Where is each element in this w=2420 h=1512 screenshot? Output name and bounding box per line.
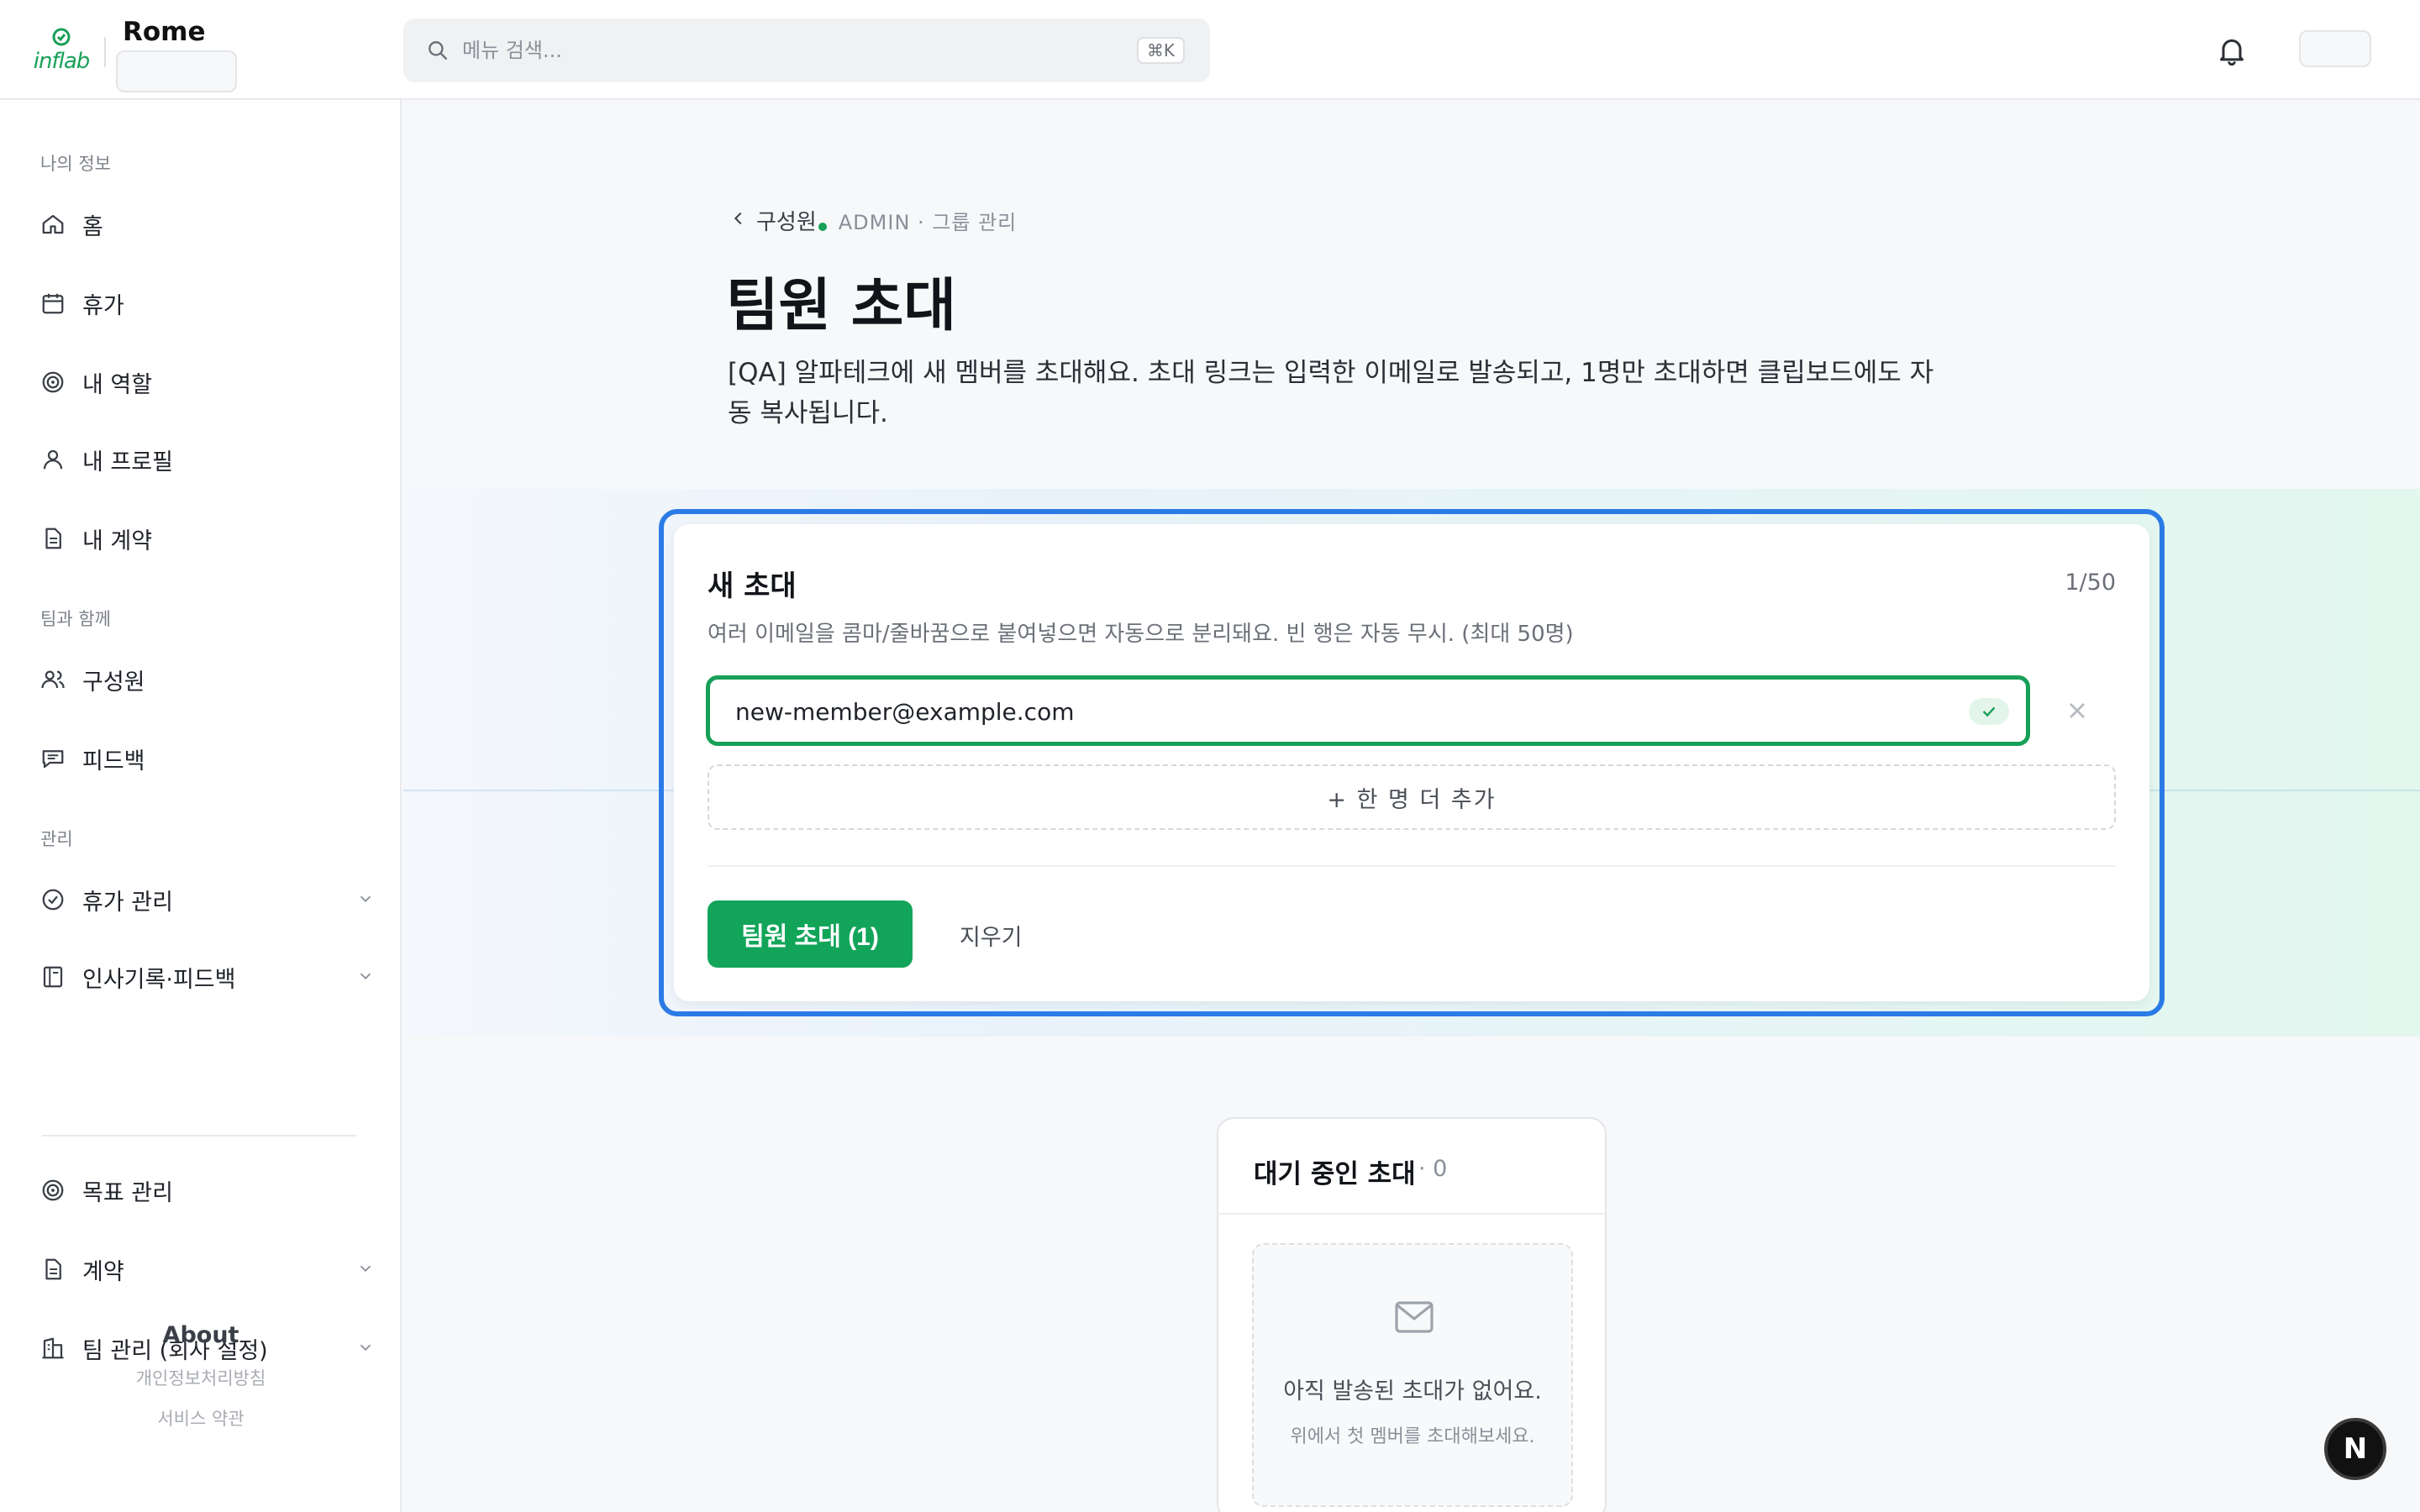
invite-count: 1/50 <box>2065 570 2116 596</box>
privacy-policy-link[interactable]: 개인정보처리방침 <box>0 1365 402 1390</box>
pending-invites-header: 대기 중인 초대 · 0 <box>1218 1119 1605 1215</box>
empty-state: 아직 발송된 초대가 없어요. 위에서 첫 멤버를 초대해보세요. <box>1252 1243 1573 1507</box>
sidebar-item-label: 인사기록·피드백 <box>82 966 236 993</box>
invite-hint: 여러 이메일을 콤마/줄바꿈으로 붙여넣으면 자동으로 분리돼요. 빈 행은 자… <box>708 622 1574 647</box>
sidebar-item-my-profile[interactable]: 내 프로필 <box>39 434 375 485</box>
chevron-down-icon <box>356 1259 375 1281</box>
org-selector[interactable] <box>116 50 237 92</box>
sidebar-item-label: 내 계약 <box>82 528 153 554</box>
org-name: Rome <box>123 17 206 47</box>
mail-icon <box>1395 1301 1434 1333</box>
sidebar-item-label: 목표 관리 <box>82 1179 173 1206</box>
sidebar-item-home[interactable]: 홈 <box>39 199 375 249</box>
status-dot <box>818 222 827 231</box>
calendar-icon <box>39 289 67 318</box>
invite-card: 새 초대 1/50 여러 이메일을 콤마/줄바꿈으로 붙여넣으면 자동으로 분리… <box>674 524 2149 1001</box>
logo-text: inflab <box>33 49 91 74</box>
users-icon <box>39 665 67 694</box>
sidebar-item-my-role[interactable]: 내 역할 <box>39 357 375 407</box>
sidebar-item-feedback[interactable]: 피드백 <box>39 733 375 784</box>
sidebar-item-members[interactable]: 구성원 <box>39 654 375 705</box>
email-field[interactable] <box>706 675 2030 746</box>
user-icon <box>39 445 67 474</box>
sidebar-item-vacation[interactable]: 휴가 <box>39 278 375 328</box>
add-another-button[interactable]: + 한 명 더 추가 <box>708 764 2116 830</box>
floating-action-button[interactable]: N <box>2324 1418 2386 1480</box>
sidebar-item-label: 피드백 <box>82 748 145 774</box>
sidebar-item-vacation-admin[interactable]: 휴가 관리 <box>39 874 375 925</box>
logo-mark-icon <box>52 28 71 46</box>
menu-search[interactable]: ⌘K <box>403 18 1210 82</box>
sidebar: 나의 정보 홈 휴가 내 역할 내 프로필 내 계약 팀과 함께 구성원 피드백… <box>0 100 402 1512</box>
sidebar-item-label: 계약 <box>82 1258 124 1285</box>
page-description: [QA] 알파테크에 새 멤버를 초대해요. 초대 링크는 입력한 이메일로 발… <box>728 358 1934 428</box>
sidebar-item-hr-records[interactable]: 인사기록·피드백 <box>39 952 375 1002</box>
sidebar-item-goals[interactable]: 목표 관리 <box>39 1165 375 1215</box>
valid-check-icon <box>1969 698 2009 725</box>
home-icon <box>39 210 67 239</box>
sidebar-item-label: 내 프로필 <box>82 449 173 475</box>
document-icon <box>39 1255 67 1284</box>
target-icon <box>39 1176 67 1205</box>
sidebar-item-label: 홈 <box>82 213 103 240</box>
breadcrumb-meta: ADMIN · 그룹 관리 <box>838 211 1018 234</box>
bell-icon[interactable] <box>2215 34 2249 67</box>
pending-invites-count: · 0 <box>1418 1156 1448 1182</box>
empty-state-title: 아직 발송된 초대가 없어요. <box>1283 1378 1542 1404</box>
target-icon <box>39 368 67 396</box>
page-title: 팀원 초대 <box>726 273 956 339</box>
terms-of-service-link[interactable]: 서비스 약관 <box>0 1405 402 1431</box>
close-icon[interactable] <box>2064 697 2091 724</box>
top-bar: inflab Rome ⌘K <box>0 0 2420 100</box>
document-icon <box>39 524 67 553</box>
sidebar-group-label: 관리 <box>40 829 73 849</box>
pending-invites-title: 대기 중인 초대 <box>1254 1159 1416 1189</box>
empty-state-subtitle: 위에서 첫 멤버를 초대해보세요. <box>1290 1426 1535 1447</box>
search-icon <box>429 41 447 60</box>
check-circle-icon <box>39 885 67 914</box>
book-icon <box>39 963 67 991</box>
email-input[interactable] <box>735 695 1912 728</box>
user-menu-button[interactable] <box>2299 30 2371 67</box>
sidebar-item-my-contract[interactable]: 내 계약 <box>39 513 375 564</box>
invite-card-title: 새 초대 <box>708 570 797 603</box>
search-input[interactable] <box>462 34 1101 67</box>
back-to-members-link[interactable]: 구성원 <box>756 205 817 236</box>
message-icon <box>39 744 67 773</box>
sidebar-group-label: 팀과 함께 <box>40 609 111 629</box>
chevron-down-icon <box>356 967 375 989</box>
sidebar-item-label: 내 역할 <box>82 371 153 398</box>
inflab-logo[interactable]: inflab <box>32 27 91 74</box>
pending-invites-card: 대기 중인 초대 · 0 아직 발송된 초대가 없어요. 위에서 첫 멤버를 초… <box>1217 1117 1607 1512</box>
sidebar-group-label: 나의 정보 <box>40 154 111 174</box>
chevron-down-icon <box>356 890 375 911</box>
clear-button[interactable]: 지우기 <box>960 919 1023 952</box>
sidebar-item-label: 휴가 관리 <box>82 889 173 916</box>
sidebar-item-contracts[interactable]: 계약 <box>39 1244 375 1294</box>
chevron-left-icon[interactable] <box>729 208 748 234</box>
logo-separator <box>104 37 106 67</box>
card-divider <box>708 865 2116 867</box>
search-shortcut-badge: ⌘K <box>1136 37 1185 64</box>
breadcrumb: 구성원 ADMIN · 그룹 관리 <box>729 205 1017 236</box>
about-title: About <box>162 1322 239 1348</box>
sidebar-item-label: 휴가 <box>82 292 124 319</box>
sidebar-item-label: 구성원 <box>82 669 145 696</box>
invite-submit-button[interactable]: 팀원 초대 (1) <box>708 900 913 968</box>
sidebar-divider <box>42 1135 356 1137</box>
